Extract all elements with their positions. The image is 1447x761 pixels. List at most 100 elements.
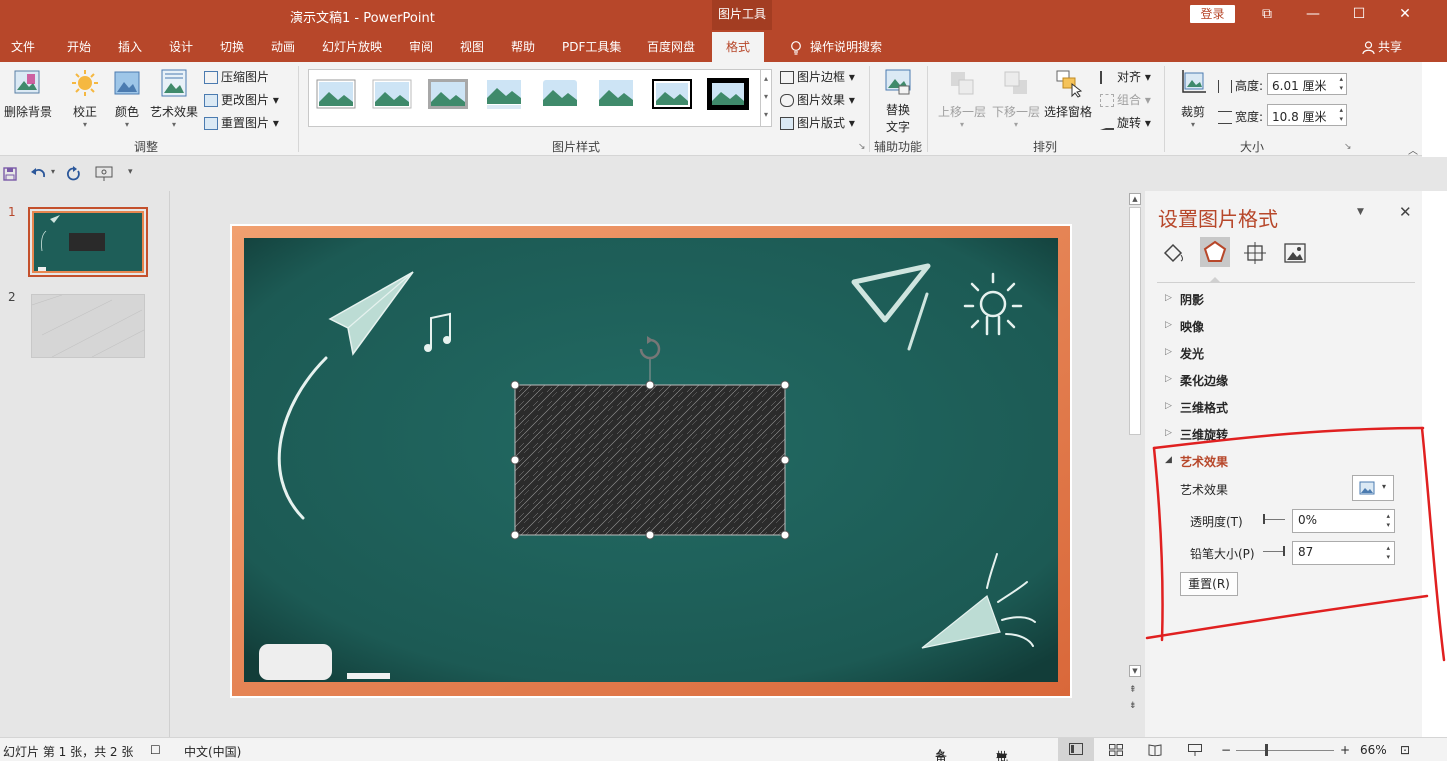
align-button[interactable]: 对齐 ▾ [1100,68,1151,85]
zoom-slider[interactable] [1236,750,1334,751]
slide-thumbnail-1[interactable] [28,207,148,277]
zoom-in-icon[interactable]: + [1340,743,1350,757]
picture-style-3[interactable] [426,76,470,112]
close-button[interactable]: ✕ [1382,0,1428,30]
next-slide-icon[interactable]: ⇟ [1129,701,1137,711]
login-button[interactable]: 登录 [1190,5,1235,23]
size-properties-icon[interactable] [1243,241,1267,265]
section-shadow[interactable]: 阴影 [1180,291,1204,308]
scroll-up-icon[interactable]: ▲ [1129,193,1141,205]
sun-icon [72,70,98,96]
tab-format[interactable]: 格式 [712,32,765,62]
picture-style-thumbnail [428,79,468,109]
tab-view[interactable]: 视图 [460,38,484,55]
section-reflection[interactable]: 映像 [1180,318,1204,335]
gallery-scroll[interactable]: ▴ ▾ ▾ [760,70,771,126]
undo-icon[interactable] [30,166,48,182]
picture-layout-button[interactable]: 图片版式 ▾ [780,114,855,131]
crop-button[interactable]: 裁剪 ▾ [1172,68,1214,129]
customize-qat-icon[interactable]: ▾ [128,167,133,177]
redo-icon[interactable] [66,166,82,182]
picture-style-7[interactable] [650,76,694,112]
picture-style-6[interactable] [594,76,638,112]
accessibility-check-icon[interactable]: ☐ [150,743,161,757]
pane-close-icon[interactable]: ✕ [1399,203,1412,221]
tab-home[interactable]: 开始 [67,38,91,55]
rotate-button[interactable]: 旋转 ▾ [1100,114,1151,131]
expand-arrow-icon[interactable]: ▷ [1165,374,1172,384]
size-dialog-launcher-icon[interactable]: ↘ [1344,142,1352,152]
picture-category-icon[interactable] [1283,241,1307,265]
tab-pdf-tools[interactable]: PDF工具集 [562,38,621,55]
group-button[interactable]: 组合 ▾ [1100,91,1151,108]
picture-style-8[interactable] [706,76,750,112]
zoom-out-icon[interactable]: − [1221,743,1231,757]
artistic-effects-button[interactable]: 艺术效果 ▾ [148,68,200,129]
tab-file[interactable]: 文件 [11,38,35,55]
slide-canvas[interactable] [230,224,1072,698]
ribbon-display-options-icon[interactable]: ⧉ [1244,0,1290,30]
previous-slide-icon[interactable]: ⇞ [1129,685,1137,695]
scroll-thumb[interactable] [1129,207,1141,435]
reading-view-icon[interactable] [1148,744,1162,756]
color-button[interactable]: 颜色 ▾ [108,68,146,129]
corrections-button[interactable]: 校正 ▾ [66,68,104,129]
picture-style-1[interactable] [314,76,358,112]
alt-text-button[interactable]: 替换 文字 [878,68,918,135]
collapse-ribbon-icon[interactable]: ︿ [1408,142,1418,157]
group-label: 组合 [1117,93,1142,107]
fit-to-window-icon[interactable]: ⊡ [1400,743,1410,757]
pane-options-icon[interactable]: ▼ [1357,207,1364,217]
reset-picture-button[interactable]: 重置图片 ▾ [204,114,279,131]
slideshow-from-start-icon[interactable] [95,166,113,182]
expand-arrow-icon[interactable]: ▷ [1165,320,1172,330]
dialog-launcher-icon[interactable]: ↘ [858,142,866,152]
picture-style-5[interactable] [538,76,582,112]
save-icon[interactable] [3,167,17,181]
zoom-level[interactable]: 66% [1360,743,1387,757]
group-label-picture-styles: 图片样式 [552,140,601,154]
section-glow[interactable]: 发光 [1180,345,1204,362]
send-backward-button[interactable]: 下移一层 ▾ [990,68,1042,129]
minimize-button[interactable]: — [1290,0,1336,30]
expand-arrow-icon[interactable]: ▷ [1165,293,1172,303]
tab-review[interactable]: 审阅 [409,38,433,55]
picture-border-button[interactable]: 图片边框 ▾ [780,68,855,85]
tab-design[interactable]: 设计 [169,38,193,55]
slide-thumbnail-2[interactable] [31,294,145,358]
slideshow-view-icon[interactable] [1188,744,1202,756]
zoom-slider-thumb[interactable] [1265,744,1268,756]
remove-background-button[interactable]: 删除背景 [3,68,53,120]
fill-line-icon[interactable] [1161,241,1185,265]
bring-forward-button[interactable]: 上移一层 ▾ [936,68,988,129]
share-button[interactable]: 共享 [1362,38,1402,55]
tab-help[interactable]: 帮助 [511,38,535,55]
section-soft-edges[interactable]: 柔化边缘 [1180,372,1228,389]
expand-arrow-icon[interactable]: ▷ [1165,401,1172,411]
change-picture-button[interactable]: 更改图片 ▾ [204,91,279,108]
picture-style-2[interactable] [370,76,414,112]
change-picture-icon [204,94,218,107]
picture-style-4[interactable] [482,76,526,112]
picture-effects-button[interactable]: 图片效果 ▾ [780,91,855,108]
tab-baidu-netdisk[interactable]: 百度网盘 [647,38,695,55]
language-indicator[interactable]: 中文(中国) [184,743,241,760]
tab-slideshow[interactable]: 幻灯片放映 [322,38,382,55]
tab-transitions[interactable]: 切换 [220,38,244,55]
maximize-button[interactable]: ☐ [1336,0,1382,30]
section-3d-format[interactable]: 三维格式 [1180,399,1228,416]
width-input[interactable]: 10.8 厘米 ▴ ▾ [1267,104,1347,126]
share-label: 共享 [1378,40,1403,54]
tab-insert[interactable]: 插入 [118,38,142,55]
effects-category-tab[interactable] [1200,237,1230,267]
normal-view-button[interactable] [1058,738,1094,761]
selection-pane-button[interactable]: 选择窗格 [1042,68,1094,120]
undo-dropdown-icon[interactable]: ▾ [51,167,55,176]
expand-arrow-icon[interactable]: ▷ [1165,347,1172,357]
tab-animations[interactable]: 动画 [271,38,295,55]
slide-sorter-icon[interactable] [1109,744,1123,756]
height-input[interactable]: 6.01 厘米 ▴ ▾ [1267,73,1347,95]
title-bar: 演示文稿1 - PowerPoint 图片工具 登录 ⧉ — ☐ ✕ [0,0,1447,30]
tell-me-search[interactable]: 操作说明搜索 [790,38,882,55]
compress-pictures-button[interactable]: 压缩图片 [204,68,269,85]
